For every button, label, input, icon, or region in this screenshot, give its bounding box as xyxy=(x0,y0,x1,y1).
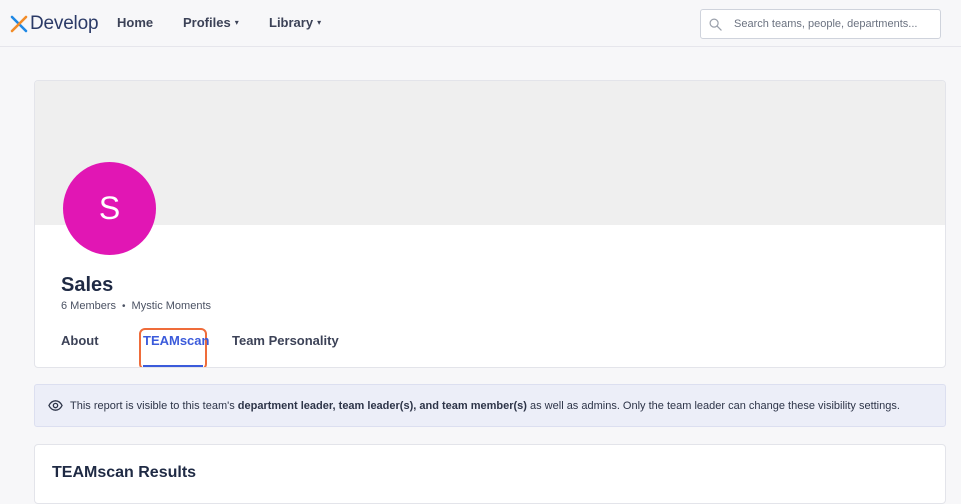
team-header-card: S Sales 6 Members • Mystic Moments About… xyxy=(34,80,946,368)
tab-teamscan-label: TEAMscan xyxy=(143,333,210,348)
notice-prefix: This report is visible to this team's xyxy=(70,399,238,412)
chevron-down-icon: ▾ xyxy=(317,18,322,27)
nav-profiles-label: Profiles xyxy=(183,15,231,30)
meta-separator: • xyxy=(122,300,126,312)
app-logo[interactable]: Develop xyxy=(9,11,99,37)
chevron-down-icon: ▾ xyxy=(234,18,239,27)
team-meta: 6 Members • Mystic Moments xyxy=(61,300,211,312)
logo-text: Develop xyxy=(30,13,99,34)
active-tab-underline xyxy=(143,365,203,367)
tab-teamscan[interactable]: TEAMscan xyxy=(143,333,209,348)
nav-library[interactable]: Library ▾ xyxy=(269,15,321,30)
cover-banner xyxy=(35,81,945,225)
notice-text: This report is visible to this team's de… xyxy=(70,400,900,412)
search-box[interactable] xyxy=(700,9,941,39)
department-name: Mystic Moments xyxy=(131,300,212,312)
member-count: 6 Members xyxy=(61,300,117,312)
nav-home-label: Home xyxy=(117,15,154,30)
teamscan-results-card: TEAMscan Results xyxy=(34,444,946,504)
search-icon xyxy=(709,18,722,31)
team-avatar: S xyxy=(63,162,156,255)
tab-about[interactable]: About xyxy=(61,333,99,348)
eye-icon xyxy=(48,400,63,411)
results-title: TEAMscan Results xyxy=(52,464,197,481)
nav-home[interactable]: Home xyxy=(117,15,153,30)
notice-bold: department leader, team leader(s), and t… xyxy=(237,399,527,412)
avatar-letter: S xyxy=(98,190,121,226)
visibility-notice: This report is visible to this team's de… xyxy=(34,384,946,427)
top-navbar: Develop Home Profiles ▾ Library ▾ xyxy=(0,0,961,47)
tab-team-personality-label: Team Personality xyxy=(232,333,339,348)
tab-about-label: About xyxy=(61,333,99,348)
team-name: Sales xyxy=(61,274,114,296)
notice-suffix: as well as admins. Only the team leader … xyxy=(526,399,900,412)
search-input[interactable] xyxy=(734,15,934,33)
tab-team-personality[interactable]: Team Personality xyxy=(232,333,339,348)
nav-profiles[interactable]: Profiles ▾ xyxy=(183,15,239,30)
nav-library-label: Library xyxy=(269,15,314,30)
develop-logo-icon xyxy=(10,15,28,33)
